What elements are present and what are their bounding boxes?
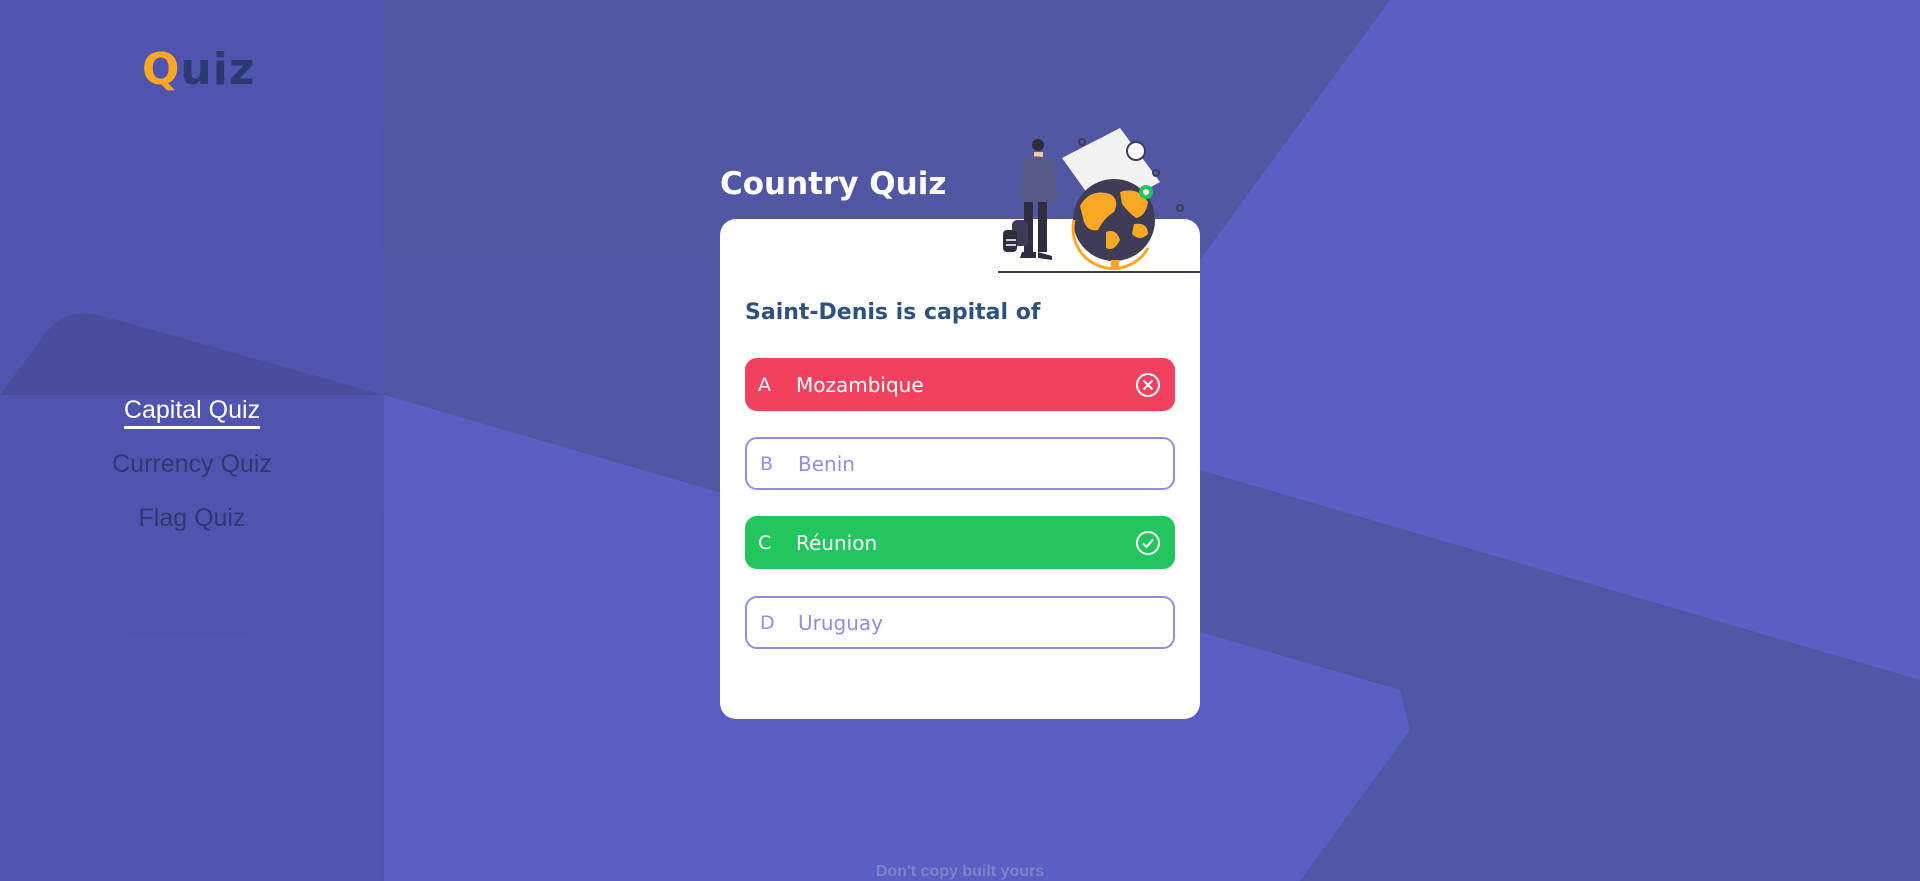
answer-option-c[interactable]: C Réunion	[745, 516, 1175, 569]
option-letter: A	[758, 373, 771, 396]
nav-item-flag-quiz[interactable]: Flag Quiz	[139, 498, 246, 552]
page: Quiz Capital Quiz Currency Quiz Flag Qui…	[0, 0, 1920, 881]
answer-option-d[interactable]: D Uruguay	[745, 596, 1175, 649]
sidebar-nav: Capital Quiz Currency Quiz Flag Quiz	[0, 390, 384, 552]
option-letter: C	[758, 531, 772, 554]
x-circle-icon	[1136, 372, 1160, 397]
nav-item-capital-quiz[interactable]: Capital Quiz	[123, 390, 261, 444]
option-letter: B	[760, 452, 774, 475]
option-text: Benin	[798, 451, 855, 476]
option-text: Uruguay	[798, 610, 883, 635]
sidebar: Quiz Capital Quiz Currency Quiz Flag Qui…	[0, 0, 384, 881]
footer-text: Don't copy built yours	[875, 863, 1045, 880]
quiz-title: Country Quiz	[720, 166, 947, 202]
check-circle-icon	[1136, 530, 1160, 555]
option-text: Mozambique	[796, 372, 924, 397]
option-text: Réunion	[796, 530, 878, 555]
nav-item-currency-quiz[interactable]: Currency Quiz	[112, 444, 272, 498]
question-text: Saint-Denis is capital of	[745, 300, 1041, 325]
option-letter: D	[760, 611, 775, 634]
traveler-globe-illustration	[998, 128, 1200, 273]
answer-option-a[interactable]: A Mozambique	[745, 358, 1175, 411]
app-logo: Quiz	[142, 44, 256, 95]
answer-option-b[interactable]: B Benin	[745, 437, 1175, 490]
